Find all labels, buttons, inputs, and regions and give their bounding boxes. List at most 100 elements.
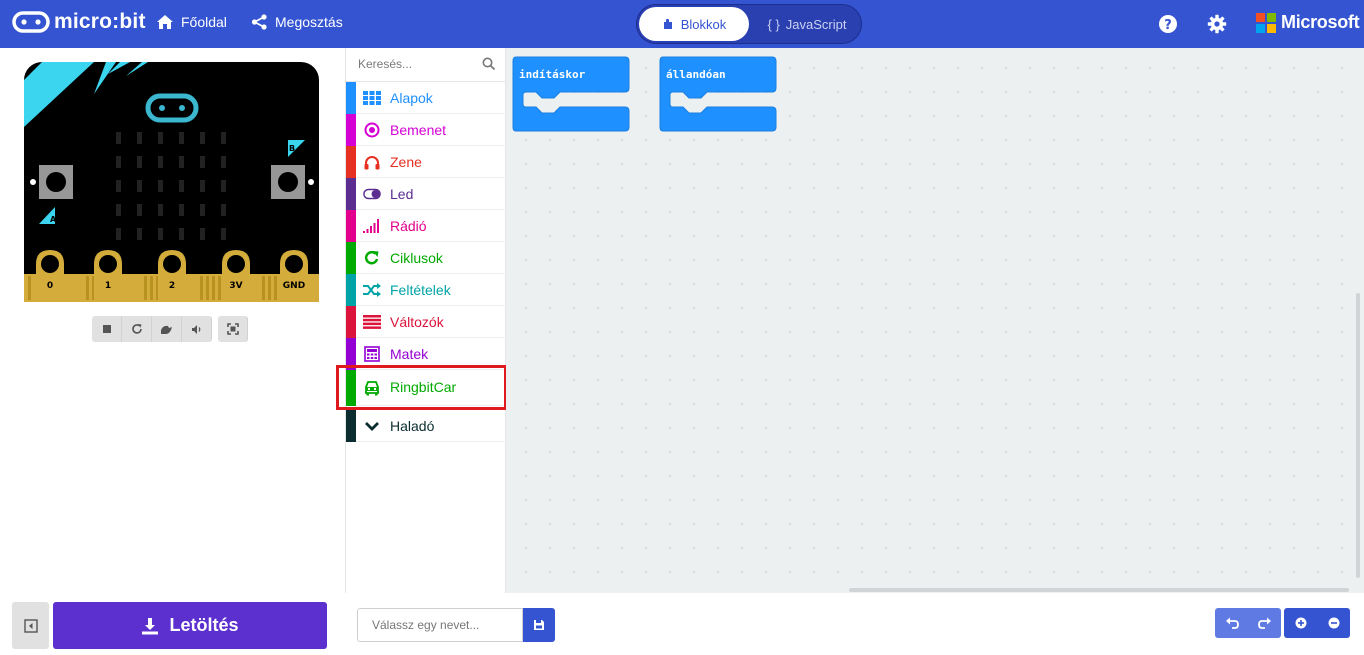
logo-text: micro:bit <box>54 10 146 33</box>
restart-button[interactable] <box>122 316 152 342</box>
button-a-label: A <box>50 215 57 224</box>
simulator-panel: A B 0 1 2 3V GND <box>0 48 345 593</box>
category-color-bar <box>346 178 356 210</box>
help-icon: ? <box>1159 15 1177 33</box>
microbit-logo[interactable]: micro:bit <box>12 10 146 34</box>
search-input[interactable] <box>358 57 478 71</box>
javascript-tab-label: JavaScript <box>785 16 847 32</box>
home-link[interactable]: Főoldal <box>156 14 227 30</box>
category-label: Változók <box>390 314 444 330</box>
pin-label-gnd: GND <box>283 281 305 291</box>
refresh-icon <box>363 250 381 266</box>
pin-label-1: 1 <box>105 281 111 291</box>
category-label: Haladó <box>390 418 435 434</box>
top-bar: micro:bit Főoldal Megosztás Blokkok { } … <box>0 0 1364 48</box>
gear-icon <box>1207 14 1227 34</box>
stop-icon <box>102 325 111 333</box>
pin-label-2: 2 <box>169 281 175 291</box>
zoom-group <box>1284 608 1350 638</box>
highlight-box <box>336 365 507 410</box>
share-icon <box>251 14 267 30</box>
share-label: Megosztás <box>275 14 343 30</box>
zoom-out-icon <box>1328 617 1339 629</box>
home-label: Főoldal <box>181 14 227 30</box>
download-button[interactable]: Letöltés <box>53 602 327 649</box>
block-label: indításkor <box>519 68 586 81</box>
pin-label-0: 0 <box>47 281 53 291</box>
category-halado[interactable]: Haladó <box>346 410 506 442</box>
category-radio[interactable]: Rádió <box>346 210 506 242</box>
category-ciklusok[interactable]: Ciklusok <box>346 242 506 274</box>
zoom-out-button[interactable] <box>1317 608 1350 638</box>
category-alapok[interactable]: Alapok <box>346 82 506 114</box>
category-zene[interactable]: Zene <box>346 146 506 178</box>
category-bemenet[interactable]: Bemenet <box>346 114 506 146</box>
grid-icon <box>363 90 381 106</box>
shuffle-icon <box>363 282 381 298</box>
zoom-in-button[interactable] <box>1284 608 1317 638</box>
category-color-bar <box>346 410 356 442</box>
button-b-label: B <box>289 144 295 153</box>
blocks-tab-label: Blokkok <box>680 16 727 32</box>
category-led[interactable]: Led <box>346 178 506 210</box>
category-color-bar <box>346 114 356 146</box>
mute-icon <box>191 324 200 334</box>
category-color-bar <box>346 210 356 242</box>
forever-block[interactable]: állandóan <box>659 56 777 134</box>
javascript-tab[interactable]: { } JavaScript <box>755 7 859 41</box>
category-feltetelek[interactable]: Feltételek <box>346 274 506 306</box>
microsoft-text: Microsoft <box>1281 12 1360 32</box>
collapse-simulator-button[interactable] <box>12 602 49 649</box>
microbit-board[interactable]: A B 0 1 2 3V GND <box>24 62 319 302</box>
undo-icon <box>1225 617 1239 629</box>
on-start-block[interactable]: indításkor <box>512 56 630 134</box>
stop-button[interactable] <box>92 316 122 342</box>
category-valtozok[interactable]: Változók <box>346 306 506 338</box>
help-button[interactable]: ? <box>1157 13 1179 35</box>
save-icon <box>534 620 544 630</box>
category-color-bar <box>346 82 356 114</box>
home-icon <box>157 15 173 29</box>
horizontal-scrollbar[interactable] <box>849 588 1349 592</box>
svg-text:?: ? <box>1164 18 1172 33</box>
list-icon <box>363 314 381 330</box>
category-label: Ciklusok <box>390 250 443 266</box>
category-label: Bemenet <box>390 122 447 138</box>
category-label: Zene <box>390 154 422 170</box>
slowmo-button[interactable] <box>152 316 182 342</box>
save-button[interactable] <box>523 608 555 642</box>
redo-button[interactable] <box>1248 608 1281 638</box>
download-label: Letöltés <box>169 615 239 635</box>
vertical-scrollbar[interactable] <box>1356 293 1360 578</box>
category-label: Matek <box>390 346 429 362</box>
editor-toggle: Blokkok { } JavaScript <box>636 4 862 44</box>
simulator-controls <box>92 316 248 342</box>
target-icon <box>363 122 381 138</box>
mute-button[interactable] <box>182 316 212 342</box>
project-name-input[interactable] <box>357 608 523 642</box>
undo-button[interactable] <box>1215 608 1248 638</box>
blocks-tab[interactable]: Blokkok <box>639 7 749 41</box>
toolbox: Alapok Bemenet Zene Led Rádió <box>345 48 506 593</box>
toggle-icon <box>363 186 381 202</box>
fullscreen-button[interactable] <box>218 316 248 342</box>
chevron-down-icon <box>363 418 381 434</box>
category-color-bar <box>346 242 356 274</box>
zoom-in-icon <box>1295 617 1306 629</box>
category-label: Feltételek <box>390 282 451 298</box>
toolbox-search <box>346 48 506 82</box>
calculator-icon <box>363 346 381 362</box>
share-link[interactable]: Megosztás <box>251 14 343 30</box>
redo-icon <box>1257 617 1271 629</box>
category-color-bar <box>346 306 356 338</box>
headphones-icon <box>363 154 381 170</box>
microsoft-grid-icon <box>1256 12 1276 33</box>
microsoft-logo[interactable]: Microsoft <box>1256 12 1360 33</box>
collapse-icon <box>23 618 38 633</box>
undo-redo-group <box>1215 608 1281 638</box>
search-icon[interactable] <box>482 57 496 71</box>
settings-button[interactable] <box>1206 13 1228 35</box>
bottom-bar: Letöltés <box>0 593 1364 655</box>
blocks-workspace[interactable]: indításkor állandóan <box>506 48 1364 593</box>
puzzle-icon <box>663 18 672 29</box>
